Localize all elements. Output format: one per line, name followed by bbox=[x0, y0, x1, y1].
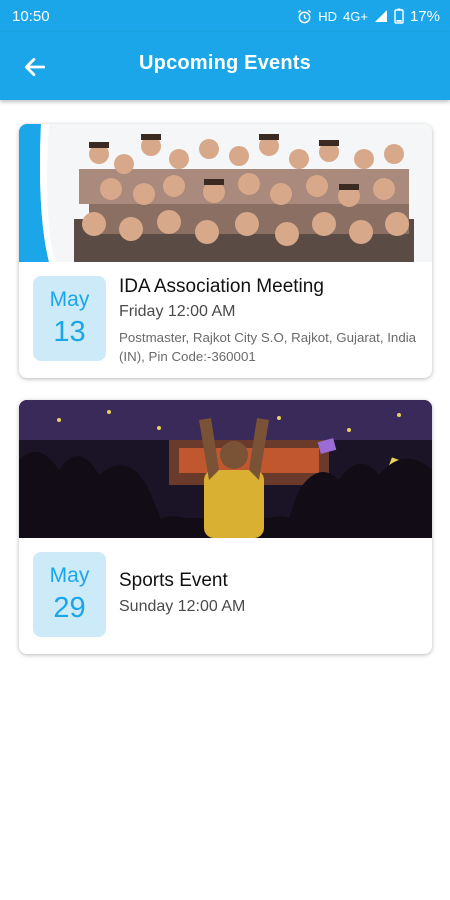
signal-type-label: 4G+ bbox=[343, 8, 368, 24]
battery-percent: 17% bbox=[409, 7, 440, 25]
date-badge: May 13 bbox=[33, 276, 106, 361]
date-month: May bbox=[49, 564, 90, 587]
stadium-crowd-photo bbox=[19, 400, 432, 538]
event-time: Friday 12:00 AM bbox=[119, 303, 236, 320]
event-details: May 13 IDA Association Meeting Friday 12… bbox=[19, 262, 432, 378]
event-details: May 29 Sports Event Sunday 12:00 AM bbox=[19, 538, 432, 654]
event-title: Sports Event bbox=[119, 570, 228, 591]
status-icons: HD 4G+ 17% bbox=[297, 8, 440, 25]
event-address: Postmaster, Rajkot City S.O, Rajkot, Guj… bbox=[119, 330, 417, 364]
event-card[interactable]: May 29 Sports Event Sunday 12:00 AM bbox=[19, 400, 432, 654]
signal-icon bbox=[374, 10, 387, 22]
event-time: Sunday 12:00 AM bbox=[119, 598, 246, 615]
date-badge: May 29 bbox=[33, 552, 106, 637]
event-card[interactable]: May 13 IDA Association Meeting Friday 12… bbox=[19, 124, 432, 378]
battery-icon bbox=[394, 8, 404, 24]
network-label: HD bbox=[318, 8, 338, 24]
date-day: 13 bbox=[53, 316, 86, 348]
date-month: May bbox=[49, 288, 90, 311]
app-bar: Upcoming Events bbox=[0, 32, 450, 100]
page-title: Upcoming Events bbox=[139, 52, 311, 74]
status-bar: 10:50 HD 4G+ 17% bbox=[0, 0, 450, 32]
status-time: 10:50 bbox=[12, 7, 50, 25]
date-day: 29 bbox=[53, 592, 86, 624]
event-title: IDA Association Meeting bbox=[119, 276, 324, 297]
alarm-icon bbox=[298, 9, 312, 23]
crowd-of-people-photo bbox=[19, 124, 432, 262]
